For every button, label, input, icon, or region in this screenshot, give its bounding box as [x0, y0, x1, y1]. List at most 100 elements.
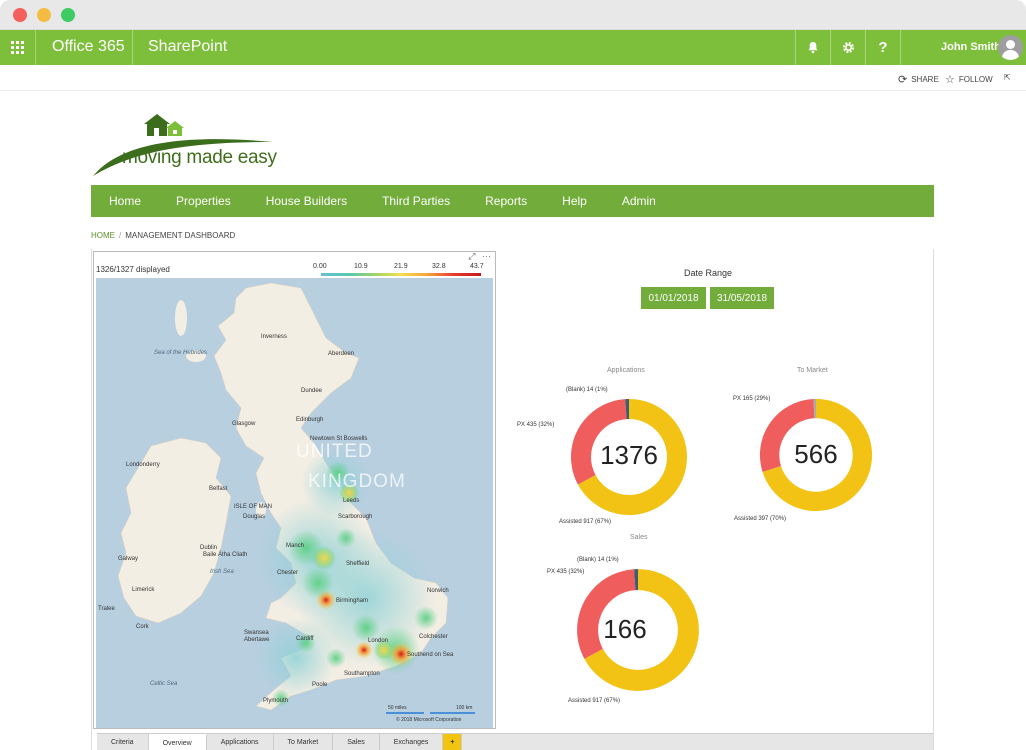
map-label: Tralee: [98, 606, 115, 612]
legend-tick: 43.7: [470, 263, 484, 270]
legend-tick: 32.8: [432, 263, 446, 270]
focus-mode-icon[interactable]: ⤢: [468, 251, 475, 261]
map-label: Cardiff: [296, 636, 314, 642]
follow-label: FOLLOW: [958, 75, 993, 84]
nav-item-properties[interactable]: Properties: [176, 194, 231, 208]
donut-title-applications: Applications: [607, 367, 645, 374]
map-label: Swansea: [244, 630, 269, 636]
heatmap-visual[interactable]: 1326/1327 displayed 0.00 10.9 21.9 32.8 …: [93, 251, 496, 729]
logo-text: moving made easy: [122, 147, 277, 168]
map-label: Londonderry: [126, 462, 160, 468]
kpi-panel: Date Range 01/01/2018 31/05/2018 Applica…: [499, 251, 933, 729]
tab-overview[interactable]: Overview: [148, 734, 207, 750]
house-icon: [144, 114, 184, 136]
scale-km: 100 km: [456, 705, 473, 711]
close-window-button[interactable]: [13, 8, 27, 22]
nav-item-third-parties[interactable]: Third Parties: [382, 194, 450, 208]
bell-icon: [808, 42, 818, 54]
map-label: Inverness: [261, 334, 288, 340]
tab-sales[interactable]: Sales: [333, 734, 380, 750]
settings-button[interactable]: [830, 30, 865, 65]
suite-bar: Office 365 SharePoint ? John Smith: [0, 30, 1026, 65]
nav-item-home[interactable]: Home: [109, 194, 141, 208]
window-titlebar: [0, 0, 1026, 30]
nav-item-house-builders[interactable]: House Builders: [266, 194, 347, 208]
map-label: London: [368, 638, 389, 644]
donut-callout: (Blank) 14 (1%): [577, 557, 619, 563]
map-label: Sheffield: [346, 561, 370, 567]
gear-icon: [842, 41, 854, 54]
app-launcher-button[interactable]: [0, 30, 36, 65]
map-label: Southend on Sea: [407, 652, 454, 658]
donut-callout: PX 435 (32%): [547, 569, 585, 575]
focus-content-button[interactable]: ⇱: [1004, 73, 1011, 82]
map-label: Irish Sea: [210, 569, 234, 575]
breadcrumb: HOME / MANAGEMENT DASHBOARD: [91, 231, 236, 240]
follow-button[interactable]: ☆ FOLLOW: [945, 73, 993, 86]
donut-callout: (Blank) 14 (1%): [566, 387, 608, 393]
site-navigation: Home Properties House Builders Third Par…: [91, 185, 934, 217]
date-start-field[interactable]: 01/01/2018: [641, 287, 706, 309]
heat-legend: 0.00 10.9 21.9 32.8 43.7: [313, 263, 487, 279]
map-label: Limerick: [132, 587, 155, 593]
map-label: Sea of the Hebrides: [154, 350, 208, 356]
date-end-field[interactable]: 31/05/2018: [710, 287, 774, 309]
tab-criteria[interactable]: Criteria: [97, 734, 149, 750]
map-label: Celtic Sea: [150, 681, 178, 687]
nav-item-help[interactable]: Help: [562, 194, 587, 208]
nav-item-reports[interactable]: Reports: [485, 194, 527, 208]
browser-window: Office 365 SharePoint ? John Smith ⟳ SHA…: [0, 0, 1026, 750]
breadcrumb-current: MANAGEMENT DASHBOARD: [125, 231, 236, 240]
minimize-window-button[interactable]: [37, 8, 51, 22]
map-count: 1326/1327 displayed: [96, 265, 170, 274]
map-label: Edinburgh: [296, 417, 324, 423]
map-label: UNITED: [296, 441, 373, 462]
map-label: Southampton: [344, 671, 380, 677]
visual-header: ⤢ ···: [468, 251, 491, 262]
map-label: Manch: [286, 543, 305, 549]
uk-map: [117, 282, 475, 714]
report-page-tabs: Criteria Overview Applications To Market…: [97, 733, 933, 750]
sharepoint-link[interactable]: SharePoint: [148, 38, 227, 56]
map-label: Douglas: [243, 514, 266, 520]
office365-link[interactable]: Office 365: [52, 38, 125, 56]
legend-tick: 21.9: [394, 263, 408, 270]
add-page-button[interactable]: +: [443, 734, 463, 750]
map-label: Birmingham: [336, 598, 369, 604]
tab-exchanges[interactable]: Exchanges: [380, 734, 444, 750]
map-label: Leeds: [343, 498, 360, 504]
map-label: Scarborough: [338, 514, 373, 520]
map-label: Aberdeen: [328, 351, 355, 357]
more-options-icon[interactable]: ···: [482, 251, 491, 261]
waffle-icon: [11, 41, 24, 54]
user-menu[interactable]: John Smith: [900, 30, 1026, 65]
donut-total-to-market: 566: [794, 439, 838, 469]
tab-to-market[interactable]: To Market: [274, 734, 334, 750]
map-label: Glasgow: [232, 421, 256, 427]
donut-total-applications: 1376: [600, 440, 658, 470]
donut-title-sales: Sales: [630, 534, 648, 541]
map-canvas[interactable]: Sea of the Hebrides Inverness Aberdeen D…: [96, 278, 493, 728]
legend-tick: 10.9: [354, 263, 368, 270]
share-label: SHARE: [911, 75, 939, 84]
donut-callout: PX 165 (29%): [733, 396, 771, 402]
share-icon: ⟳: [898, 74, 908, 86]
scale-miles: 50 miles: [388, 705, 407, 711]
legend-tick: 0.00: [313, 263, 327, 270]
help-icon: ?: [878, 39, 888, 56]
donut-callout: PX 435 (32%): [517, 422, 555, 428]
donut-total-sales: 166: [603, 614, 647, 644]
nav-item-admin[interactable]: Admin: [622, 194, 656, 208]
map-label: Galway: [118, 556, 139, 562]
tab-applications[interactable]: Applications: [207, 734, 274, 750]
action-bar: ⟳ SHARE ☆ FOLLOW ⇱: [0, 65, 1026, 91]
maximize-window-button[interactable]: [61, 8, 75, 22]
help-button[interactable]: ?: [865, 30, 900, 65]
breadcrumb-home[interactable]: HOME: [91, 231, 115, 240]
avatar[interactable]: [998, 35, 1023, 60]
map-label: Cork: [136, 624, 149, 630]
legend-gradient: [321, 273, 481, 276]
map-label: Plymouth: [263, 698, 289, 704]
share-button[interactable]: ⟳ SHARE: [898, 73, 939, 86]
notifications-button[interactable]: [795, 30, 830, 65]
